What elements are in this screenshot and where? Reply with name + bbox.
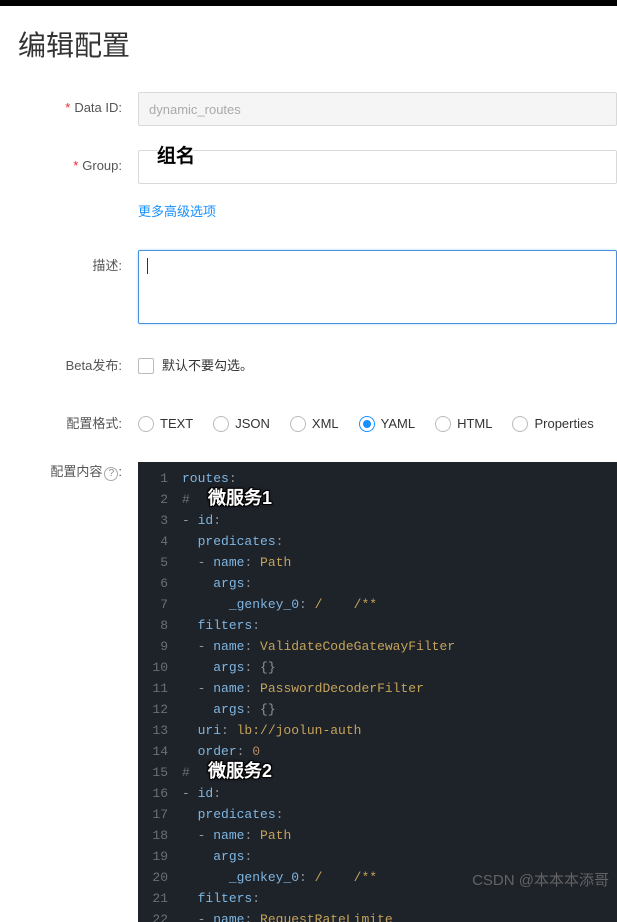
radio-format-text[interactable]: TEXT xyxy=(138,408,193,440)
label-data-id: *Data ID: xyxy=(0,92,138,124)
page-title: 编辑配置 xyxy=(0,6,617,92)
label-format: 配置格式: xyxy=(0,408,138,440)
input-group[interactable] xyxy=(138,150,617,184)
code-line: - id: xyxy=(178,783,455,804)
radio-label: YAML xyxy=(381,408,415,440)
label-desc: 描述: xyxy=(0,250,138,282)
radio-dot-icon xyxy=(359,416,375,432)
code-line: args: xyxy=(178,573,455,594)
code-line: - name: Path xyxy=(178,825,455,846)
code-line: # 微服务1 xyxy=(178,489,455,510)
label-beta: Beta发布: xyxy=(0,350,138,382)
radio-format-properties[interactable]: Properties xyxy=(512,408,593,440)
code-line: - name: Path xyxy=(178,552,455,573)
code-line: _genkey_0: / /** xyxy=(178,594,455,615)
radio-group-format: TEXT JSON XML YAML HTML Properties xyxy=(138,408,617,440)
code-line: order: 0 xyxy=(178,741,455,762)
radio-dot-icon xyxy=(290,416,306,432)
code-line: - name: ValidateCodeGatewayFilter xyxy=(178,636,455,657)
code-editor[interactable]: 12345678910111213141516171819202122 rout… xyxy=(138,462,617,922)
code-line: predicates: xyxy=(178,804,455,825)
code-line: filters: xyxy=(178,888,455,909)
radio-label: TEXT xyxy=(160,408,193,440)
editor-code[interactable]: routes:# 微服务1- id: predicates: - name: P… xyxy=(178,462,455,922)
radio-format-html[interactable]: HTML xyxy=(435,408,492,440)
code-line: - name: RequestRateLimite xyxy=(178,909,455,922)
code-line: - name: PasswordDecoderFilter xyxy=(178,678,455,699)
code-overlay-svc1: 微服务1 xyxy=(208,488,272,509)
code-overlay-svc2: 微服务2 xyxy=(208,761,272,782)
code-line: # 微服务2 xyxy=(178,762,455,783)
radio-dot-icon xyxy=(512,416,528,432)
row-desc: 描述: xyxy=(0,250,617,324)
help-icon[interactable]: ? xyxy=(104,467,118,481)
radio-dot-icon xyxy=(435,416,451,432)
radio-format-xml[interactable]: XML xyxy=(290,408,339,440)
radio-format-yaml[interactable]: YAML xyxy=(359,408,415,440)
radio-label: Properties xyxy=(534,408,593,440)
link-more-options[interactable]: 更多高级选项 xyxy=(138,204,216,219)
textarea-desc[interactable] xyxy=(138,250,617,324)
label-group: *Group: xyxy=(0,150,138,182)
label-content: 配置内容?: xyxy=(0,462,138,482)
row-more-options: 更多高级选项 xyxy=(0,196,617,228)
code-line: _genkey_0: / /** xyxy=(178,867,455,888)
row-beta: Beta发布: 默认不要勾选。 xyxy=(0,350,617,382)
radio-format-json[interactable]: JSON xyxy=(213,408,270,440)
code-line: args: xyxy=(178,846,455,867)
checkbox-beta[interactable]: 默认不要勾选。 xyxy=(138,350,253,382)
radio-label: JSON xyxy=(235,408,270,440)
radio-dot-icon xyxy=(213,416,229,432)
radio-label: XML xyxy=(312,408,339,440)
radio-dot-icon xyxy=(138,416,154,432)
checkbox-box-icon xyxy=(138,358,154,374)
editor-gutter: 12345678910111213141516171819202122 xyxy=(138,462,178,922)
row-content: 配置内容?: 123456789101112131415161718192021… xyxy=(0,462,617,922)
code-line: args: {} xyxy=(178,699,455,720)
code-line: routes: xyxy=(178,468,455,489)
row-group: *Group: xyxy=(0,150,617,184)
row-format: 配置格式: TEXT JSON XML YAML HTML Properties xyxy=(0,408,617,440)
input-data-id[interactable] xyxy=(138,92,617,126)
code-line: filters: xyxy=(178,615,455,636)
checkbox-beta-text: 默认不要勾选。 xyxy=(162,350,253,382)
code-line: predicates: xyxy=(178,531,455,552)
code-line: - id: xyxy=(178,510,455,531)
code-line: uri: lb://joolun-auth xyxy=(178,720,455,741)
code-line: args: {} xyxy=(178,657,455,678)
radio-label: HTML xyxy=(457,408,492,440)
row-data-id: *Data ID: xyxy=(0,92,617,126)
